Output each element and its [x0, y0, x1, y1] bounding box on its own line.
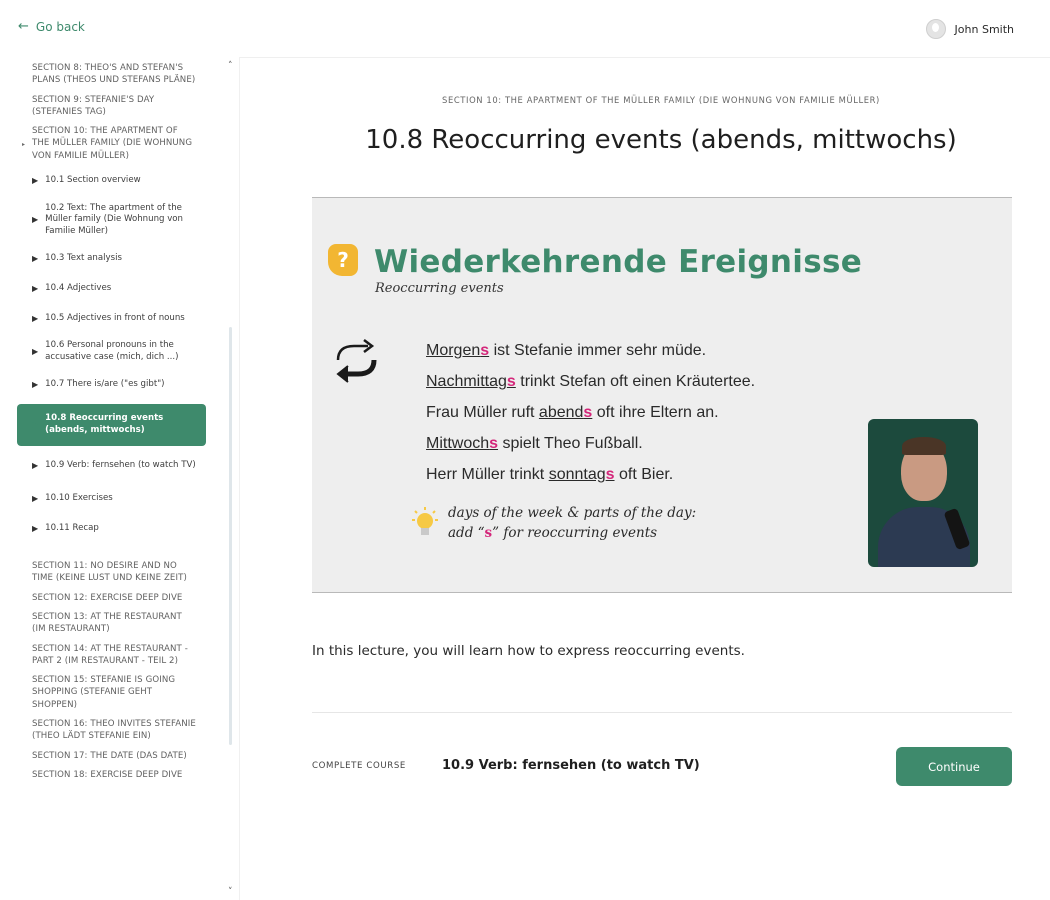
suffix-s: s — [489, 435, 499, 452]
play-icon: ▶ — [32, 314, 39, 324]
play-icon: ▶ — [32, 215, 39, 225]
sidebar-lesson-label: 10.11 Recap — [45, 523, 99, 534]
sidebar-lesson-label: 10.2 Text: The apartment of the Müller f… — [45, 202, 183, 236]
repeat-icon — [336, 339, 377, 383]
complete-course-label: COMPLETE COURSE — [312, 761, 406, 771]
suffix-s: s — [605, 466, 615, 483]
sidebar-lesson-label: 10.9 Verb: fernsehen (to watch TV) — [45, 460, 196, 471]
time-word: abends — [538, 404, 593, 421]
go-back-label: Go back — [35, 19, 85, 34]
lesson-content: SECTION 10: THE APARTMENT OF THE MÜLLER … — [240, 57, 1050, 900]
example-sentence: Mittwochs spielt Theo Fußball. — [426, 435, 643, 452]
example-sentence: Nachmittags trinkt Stefan oft einen Kräu… — [426, 373, 756, 390]
sidebar-lesson[interactable]: ▶ 10.7 There is/are ("es gibt") — [0, 374, 222, 396]
sidebar-section[interactable]: SECTION 9: STEFANIE'S DAY (STEFANIES TAG… — [0, 94, 222, 119]
sidebar-section-label: SECTION 10: THE APARTMENT OF THE MÜLLER … — [32, 126, 193, 161]
suffix-s: s — [583, 404, 593, 421]
time-word: Nachmittags — [426, 373, 516, 390]
suffix-s: s — [506, 373, 516, 390]
next-lesson-title: 10.9 Verb: fernsehen (to watch TV) — [442, 758, 700, 773]
sidebar-lesson-label: 10.6 Personal pronouns in the accusative… — [45, 340, 179, 363]
sidebar-lesson-label: 10.5 Adjectives in front of nouns — [45, 313, 185, 324]
arrow-left-icon: ← — [18, 19, 29, 34]
sidebar-list: SECTION 8: THEO'S AND STEFAN'S PLANS (TH… — [0, 57, 222, 781]
slide-title: Wiederkehrende Ereignisse — [374, 244, 863, 280]
sidebar-section[interactable]: SECTION 15: STEFANIE IS GOING SHOPPING (… — [0, 674, 222, 711]
chevron-up-icon[interactable]: ˄ — [228, 61, 233, 71]
example-sentence: Frau Müller ruft abends oft ihre Eltern … — [426, 404, 719, 421]
play-icon: ▶ — [32, 347, 39, 357]
sidebar-lesson-label: 10.8 Reoccurring events (abends, mittwoc… — [45, 413, 164, 436]
expand-arrow-icon: ▸ — [22, 141, 26, 149]
user-name: John Smith — [954, 22, 1014, 36]
sidebar-lesson[interactable]: ▶ 10.5 Adjectives in front of nouns — [0, 308, 222, 330]
lightbulb-icon — [412, 507, 438, 535]
sidebar-lesson-label: 10.4 Adjectives — [45, 283, 112, 294]
question-mark-icon: ? — [328, 244, 358, 276]
sidebar-section[interactable]: SECTION 18: EXERCISE DEEP DIVE — [0, 769, 222, 781]
sidebar-section-current[interactable]: ▸ SECTION 10: THE APARTMENT OF THE MÜLLE… — [0, 125, 222, 162]
sidebar-lesson-label: 10.1 Section overview — [45, 175, 141, 186]
sidebar-lesson[interactable]: ▶ 10.1 Section overview — [0, 170, 222, 192]
play-icon: ▶ — [32, 420, 39, 430]
chevron-down-icon[interactable]: ˅ — [228, 887, 233, 897]
sidebar-lesson-label: 10.10 Exercises — [45, 493, 113, 504]
page-title: 10.8 Reoccurring events (abends, mittwoc… — [365, 125, 957, 155]
play-icon: ▶ — [32, 254, 39, 264]
sidebar-lesson-label: 10.3 Text analysis — [45, 253, 122, 264]
play-icon: ▶ — [32, 494, 39, 504]
sidebar-lesson[interactable]: ▶ 10.11 Recap — [0, 518, 222, 540]
top-bar: ← Go back John Smith — [0, 0, 1050, 58]
breadcrumb: SECTION 10: THE APARTMENT OF THE MÜLLER … — [442, 95, 880, 105]
sidebar-scrollbar[interactable] — [229, 327, 232, 745]
presenter-video — [868, 419, 978, 567]
time-word: sonntags — [548, 466, 615, 483]
sidebar-lesson[interactable]: ▶ 10.9 Verb: fernsehen (to watch TV) — [0, 452, 222, 480]
user-menu[interactable]: John Smith — [925, 19, 1014, 39]
sidebar-section[interactable]: SECTION 17: THE DATE (DAS DATE) — [0, 750, 222, 762]
sidebar-lesson[interactable]: ▶ 10.2 Text: The apartment of the Müller… — [0, 200, 222, 240]
course-sidebar: SECTION 8: THEO'S AND STEFAN'S PLANS (TH… — [0, 57, 240, 900]
example-sentence: Herr Müller trinkt sonntags oft Bier. — [426, 466, 674, 483]
tip-line: days of the week & parts of the day: — [448, 505, 697, 521]
example-sentence: Morgens ist Stefanie immer sehr müde. — [426, 342, 707, 359]
sidebar-section[interactable]: SECTION 16: THEO INVITES STEFANIE (THEO … — [0, 718, 222, 743]
play-icon: ▶ — [32, 380, 39, 390]
sidebar-section[interactable]: SECTION 14: AT THE RESTAURANT - PART 2 (… — [0, 643, 222, 668]
lesson-description: In this lecture, you will learn how to e… — [312, 643, 745, 659]
lesson-slide: ? Wiederkehrende Ereignisse Reoccurring … — [312, 197, 1012, 593]
example-sentences: Morgens ist Stefanie immer sehr müde. Na… — [426, 335, 755, 490]
time-word: Mittwochs — [426, 435, 499, 452]
sidebar-section[interactable]: SECTION 13: AT THE RESTAURANT (IM RESTAU… — [0, 611, 222, 636]
play-icon: ▶ — [32, 461, 39, 471]
sidebar-lesson[interactable]: ▶ 10.4 Adjectives — [0, 278, 222, 300]
sidebar-lesson[interactable]: ▶ 10.6 Personal pronouns in the accusati… — [0, 338, 222, 366]
continue-button[interactable]: Continue — [896, 747, 1012, 786]
sidebar-section[interactable]: SECTION 8: THEO'S AND STEFAN'S PLANS (TH… — [0, 62, 222, 87]
sidebar-lesson-active[interactable]: ▶ 10.8 Reoccurring events (abends, mittw… — [17, 404, 206, 447]
sidebar-section[interactable]: SECTION 11: NO DESIRE AND NO TIME (KEINE… — [0, 560, 222, 585]
go-back-link[interactable]: ← Go back — [18, 19, 85, 34]
divider — [312, 712, 1012, 713]
play-icon: ▶ — [32, 176, 39, 186]
sidebar-lesson[interactable]: ▶ 10.10 Exercises — [0, 488, 222, 510]
time-word: Morgens — [426, 342, 490, 359]
sidebar-lesson-label: 10.7 There is/are ("es gibt") — [45, 379, 165, 390]
play-icon: ▶ — [32, 284, 39, 294]
suffix-s: s — [480, 342, 490, 359]
sidebar-section[interactable]: SECTION 12: EXERCISE DEEP DIVE — [0, 592, 222, 604]
slide-subtitle: Reoccurring events — [375, 281, 504, 296]
grammar-tip: days of the week & parts of the day: add… — [448, 503, 696, 543]
play-icon: ▶ — [32, 524, 39, 534]
suffix-s: s — [484, 525, 493, 541]
avatar — [925, 19, 946, 39]
tip-line: add “s” for reoccurring events — [448, 525, 658, 541]
sidebar-lesson[interactable]: ▶ 10.3 Text analysis — [0, 248, 222, 270]
